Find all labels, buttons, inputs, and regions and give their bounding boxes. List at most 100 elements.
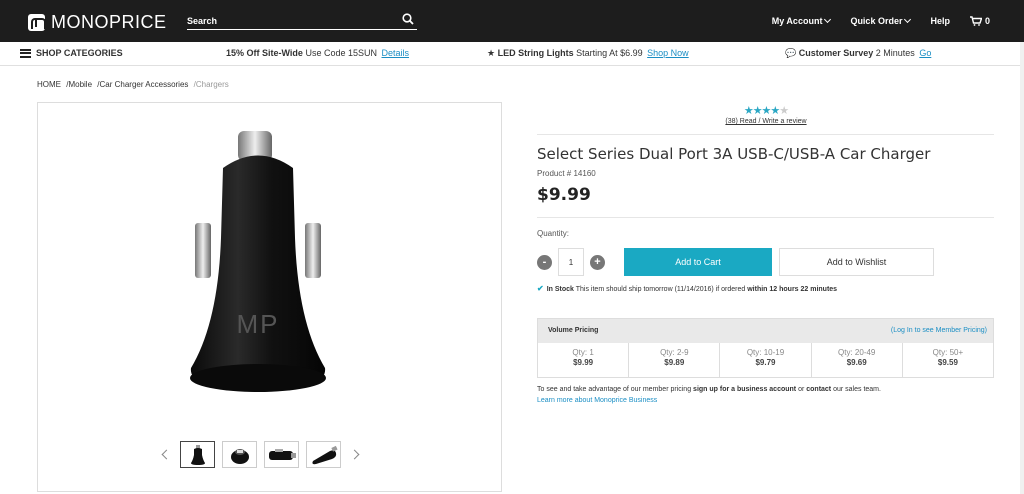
volume-pricing-title: Volume Pricing	[548, 327, 599, 334]
pricing-tier: Qty: 1 $9.99	[538, 343, 630, 377]
product-image-gallery: MP	[37, 102, 502, 492]
promo-survey: 💬 Customer Survey 2 Minutes Go	[785, 48, 931, 59]
promo-discount: 15% Off Site-Wide Use Code 15SUN Details	[226, 48, 409, 58]
breadcrumb-car-charger-accessories[interactable]: /Car Charger Accessories	[97, 80, 188, 89]
breadcrumb-home[interactable]: HOME	[37, 80, 61, 89]
tier-price: $9.69	[846, 358, 867, 367]
business-signup-link[interactable]: sign up for a business account	[693, 386, 796, 393]
product-price: $9.99	[537, 185, 591, 205]
decrease-quantity-button[interactable]: -	[537, 254, 552, 270]
help-label: Help	[930, 16, 950, 26]
stock-status: ✔ In Stock This item should ship tomorrow…	[537, 284, 837, 293]
monoprice-business-link[interactable]: Learn more about Monoprice Business	[537, 397, 657, 404]
promo-discount-title: 15% Off Site-Wide	[226, 48, 303, 58]
tier-price: $9.99	[573, 358, 594, 367]
increase-quantity-button[interactable]: +	[590, 254, 605, 270]
thumbnail-4[interactable]	[306, 441, 341, 468]
quick-order-menu[interactable]: Quick Order	[850, 15, 912, 26]
thumbnail-2[interactable]	[222, 441, 257, 468]
quantity-label: Quantity:	[537, 229, 570, 238]
quantity-stepper: - +	[537, 248, 605, 276]
cart-count: 0	[984, 16, 990, 26]
promo-led-title: LED String Lights	[497, 48, 574, 58]
quantity-input[interactable]	[558, 248, 584, 276]
breadcrumb-chargers: /Chargers	[193, 80, 229, 89]
member-text-2: or	[796, 386, 807, 393]
volume-pricing-row: Qty: 1 $9.99 Qty: 2-9 $9.89 Qty: 10-19 $…	[538, 343, 993, 377]
pricing-tier: Qty: 20-49 $9.69	[812, 343, 903, 377]
monoprice-logo-icon	[28, 14, 46, 31]
promo-details-link[interactable]: Details	[382, 48, 410, 58]
member-pricing-note: To see and take advantage of our member …	[537, 384, 881, 406]
tier-price: $9.89	[664, 358, 685, 367]
pricing-tier: Qty: 50+ $9.59	[903, 343, 993, 377]
rating-stars: ★★★★★	[720, 104, 812, 117]
divider	[537, 217, 994, 218]
volume-pricing-table: Volume Pricing (Log In to see Member Pri…	[537, 318, 994, 378]
tier-price: $9.79	[755, 358, 776, 367]
checkmark-icon: ✔	[537, 284, 544, 293]
cart-button[interactable]: 0	[969, 16, 990, 26]
search-icon[interactable]	[402, 13, 414, 25]
product-main-image[interactable]: MP	[183, 128, 333, 398]
my-account-menu[interactable]: My Account	[772, 15, 832, 26]
tier-price: $9.59	[937, 358, 958, 367]
breadcrumb: HOME /Mobile /Car Charger Accessories /C…	[37, 80, 232, 89]
product-number: Product # 14160	[537, 169, 596, 178]
product-image-logo: MP	[237, 309, 280, 339]
promo-survey-text: 2 Minutes	[873, 48, 915, 58]
chevron-right-icon[interactable]	[349, 449, 360, 460]
promo-shop-now-link[interactable]: Shop Now	[647, 48, 689, 58]
ship-text: This item should ship tomorrow (11/14/20…	[573, 286, 748, 293]
divider	[537, 134, 994, 135]
thumbnail-1[interactable]	[180, 441, 215, 468]
page-scrollbar[interactable]	[1020, 42, 1024, 494]
tier-quantity: Qty: 10-19	[746, 348, 785, 357]
chevron-down-icon	[904, 15, 912, 24]
hamburger-menu-icon	[20, 48, 31, 58]
volume-pricing-header: Volume Pricing (Log In to see Member Pri…	[538, 319, 993, 343]
header-nav: My Account Quick Order Help 0	[752, 15, 990, 26]
star-icon: ★★★★	[743, 105, 780, 117]
quick-order-label: Quick Order	[850, 16, 903, 26]
in-stock-label: In Stock	[546, 286, 574, 293]
tier-quantity: Qty: 2-9	[660, 348, 689, 357]
cart-icon	[969, 16, 982, 26]
pricing-tier: Qty: 10-19 $9.79	[720, 343, 812, 377]
search-input[interactable]	[187, 16, 387, 26]
breadcrumb-mobile[interactable]: /Mobile	[66, 80, 92, 89]
contact-link[interactable]: contact	[806, 386, 831, 393]
tier-quantity: Qty: 20-49	[838, 348, 876, 357]
promo-go-link[interactable]: Go	[919, 48, 931, 58]
add-to-cart-button[interactable]: Add to Cart	[624, 248, 772, 276]
add-to-wishlist-button[interactable]: Add to Wishlist	[779, 248, 934, 276]
chevron-left-icon[interactable]	[161, 449, 172, 460]
thumbnail-strip	[153, 441, 368, 468]
promo-survey-title: Customer Survey	[798, 48, 874, 58]
help-link[interactable]: Help	[930, 16, 950, 26]
monoprice-logo[interactable]: MONOPRICE	[28, 12, 167, 33]
shop-categories-button[interactable]: SHOP CATEGORIES	[20, 48, 123, 58]
promo-discount-text: Use Code 15SUN	[302, 48, 377, 58]
shop-categories-label: SHOP CATEGORIES	[36, 48, 123, 58]
ship-deadline: within 12 hours 22 minutes	[747, 286, 838, 293]
product-rating: ★★★★★ (38) Read / Write a review	[720, 104, 812, 125]
pricing-tier: Qty: 2-9 $9.89	[629, 343, 721, 377]
chevron-down-icon	[824, 15, 832, 24]
tier-quantity: Qty: 50+	[932, 348, 964, 357]
star-empty-icon: ★	[779, 105, 789, 117]
star-icon: ★	[487, 48, 496, 58]
promo-led-text: Starting At $6.99	[573, 48, 643, 58]
member-pricing-login-link[interactable]: (Log In to see Member Pricing)	[891, 327, 987, 334]
top-navigation-bar: MONOPRICE My Account Quick Order Help 0	[0, 0, 1024, 42]
product-title: Select Series Dual Port 3A USB-C/USB-A C…	[537, 145, 931, 163]
tier-quantity: Qty: 1	[572, 348, 594, 357]
promo-led-lights: ★ LED String Lights Starting At $6.99 Sh…	[487, 48, 689, 59]
logo-text: MONOPRICE	[51, 12, 167, 32]
member-text-1: To see and take advantage of our member …	[537, 386, 694, 393]
thumbnail-3[interactable]	[264, 441, 299, 468]
member-text-3: our sales team.	[831, 386, 881, 393]
search-bar	[187, 13, 417, 30]
read-write-review-link[interactable]: (38) Read / Write a review	[720, 118, 812, 125]
promo-bar: SHOP CATEGORIES 15% Off Site-Wide Use Co…	[0, 42, 1024, 66]
